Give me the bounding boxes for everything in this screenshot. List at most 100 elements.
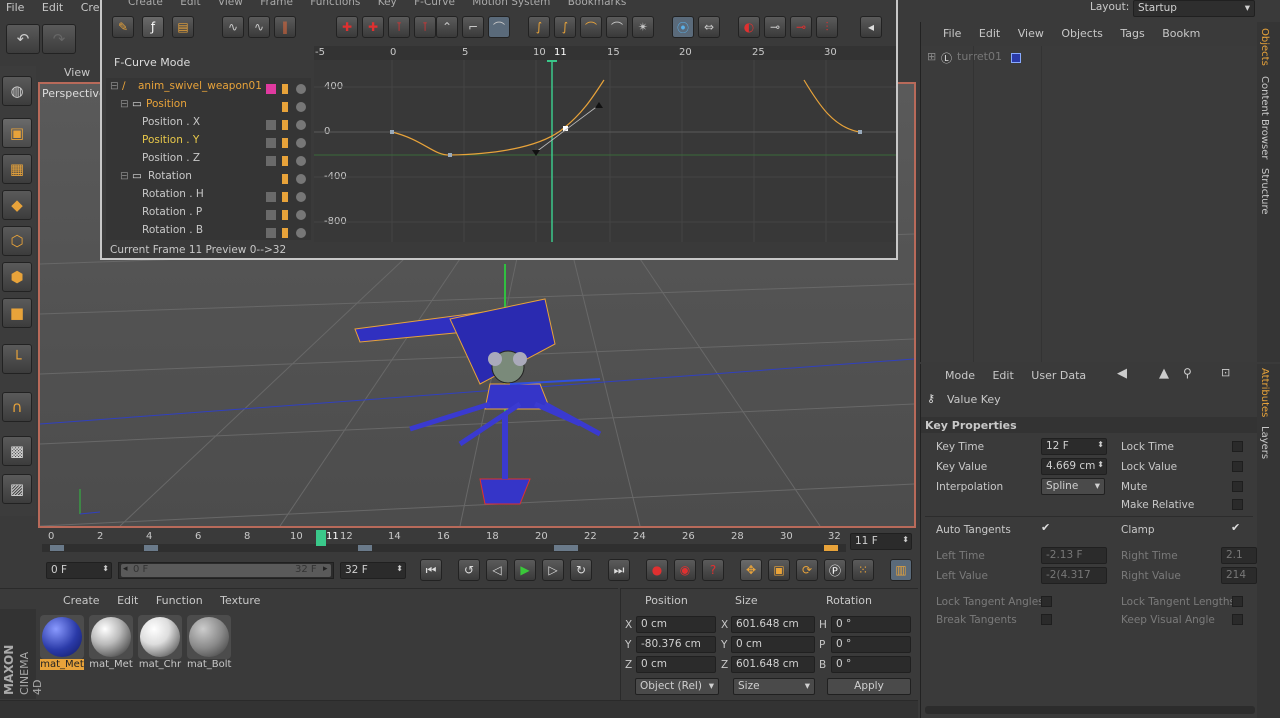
objects-menu-objects[interactable]: Objects [1061,27,1103,40]
new-window-icon[interactable]: ⊡ [1221,366,1230,379]
motion-mode-icon[interactable]: ▤ [172,16,194,38]
tree-item-position-x[interactable]: Position . X [106,116,311,134]
tree-item-position[interactable]: ⊟ ▭ Position [106,98,311,116]
tree-item-anim-swivel[interactable]: ⊟ ∕ anim_swivel_weapon01 [106,80,311,98]
search-icon[interactable]: ⚲ [1183,366,1192,380]
clamp-checkbox[interactable]: ✔ [1231,521,1240,534]
break-tangents-checkbox[interactable] [1041,614,1052,625]
attr-menu-mode[interactable]: Mode [945,369,975,382]
zero-angle-icon[interactable]: ⦿ [672,16,694,38]
size-z-field[interactable]: 601.648 cm [731,656,815,673]
mute-checkbox[interactable] [1232,481,1243,492]
tree-lock-icon[interactable] [282,138,288,148]
add-key-step-icon[interactable]: ⊺ [388,16,410,38]
menu-file[interactable]: File [6,1,24,14]
prev-key-icon[interactable]: ↺ [458,559,480,581]
zero-length-icon[interactable]: ⇔ [698,16,720,38]
menu-edit[interactable]: Edit [42,1,63,14]
frame-all-icon[interactable]: ◂ [860,16,882,38]
mat-menu-edit[interactable]: Edit [117,594,138,607]
fcurve-menu-key[interactable]: Key [378,0,397,8]
tab-content-browser[interactable]: Content Browser [1259,76,1270,159]
record-position-icon[interactable]: ✥ [740,559,762,581]
fcurve-mode-icon[interactable]: ƒ [142,16,164,38]
autokey-icon[interactable]: ◉ [674,559,696,581]
lock-tangent-angles-checkbox[interactable] [1041,596,1052,607]
fcurve-ruler[interactable]: -5 0 5 10 11 15 20 25 30 [314,46,896,60]
range-slider[interactable]: ◂ 0 F 32 F ▸ [118,562,334,579]
objects-menu-bookmarks[interactable]: Bookm [1162,27,1200,40]
tree-item-rotation-p[interactable]: Rotation . P [106,206,311,224]
keyframe-marker[interactable] [50,545,64,551]
object-name[interactable]: turret01 [957,50,1002,63]
material-item[interactable]: mat_Chr [138,615,182,675]
up-arrow-icon[interactable]: ▲ [1159,366,1169,381]
tangent-spline-icon[interactable]: ⌒ [488,16,510,38]
tree-mute-icon[interactable] [296,210,306,220]
tree-mute-icon[interactable] [296,192,306,202]
lock-value-checkbox[interactable] [1232,461,1243,472]
fcurve-menu-frame[interactable]: Frame [260,0,293,8]
workplane-icon[interactable]: ◆ [2,190,32,220]
playhead[interactable] [316,530,326,546]
rotation-b-field[interactable]: 0 ° [831,656,911,673]
break-tangent-icon[interactable]: ✴ [632,16,654,38]
fcurve-graph[interactable]: -5 0 5 10 11 15 20 25 30 400 0 -400 -800 [314,46,896,242]
tree-item-rotation-b[interactable]: Rotation . B [106,224,311,242]
mat-menu-function[interactable]: Function [156,594,203,607]
objects-menu-edit[interactable]: Edit [979,27,1000,40]
tangent-step-icon[interactable]: ⌐ [462,16,484,38]
curve-view-icon[interactable]: ∿ [222,16,244,38]
key-properties-tab[interactable]: Key Properties [921,417,1257,433]
layout-dropdown[interactable]: Startup ▾ [1133,0,1255,17]
record-scale-icon[interactable]: ▣ [768,559,790,581]
polygons-mode-icon[interactable]: ■ [2,298,32,328]
tree-mute-icon[interactable] [296,102,306,112]
layer-tag-icon[interactable] [1011,53,1021,63]
size-mode-dropdown[interactable]: Size ▾ [733,678,815,695]
next-frame-icon[interactable]: ▷ [542,559,564,581]
coordinate-mode-dropdown[interactable]: Object (Rel) ▾ [635,678,719,695]
mat-menu-create[interactable]: Create [63,594,100,607]
rotation-p-field[interactable]: 0 ° [831,636,911,653]
tree-mute-icon[interactable] [296,84,306,94]
objects-menu-view[interactable]: View [1018,27,1044,40]
keep-visual-angle-checkbox[interactable] [1232,614,1243,625]
tree-lock-icon[interactable] [282,102,288,112]
viewport-view-menu[interactable]: View [64,66,90,79]
material-item[interactable]: mat_Bolt [187,615,231,675]
start-frame-field[interactable]: 0 F ⬍ [46,562,112,579]
objects-menu-file[interactable]: File [943,27,961,40]
auto-tangents-checkbox[interactable]: ✔ [1041,521,1050,534]
tab-attributes[interactable]: Attributes [1259,368,1270,417]
curve-snap-icon[interactable]: ‖ [274,16,296,38]
position-z-field[interactable]: 0 cm [636,656,716,673]
material-item[interactable]: mat_Met [89,615,133,675]
add-key-auto-icon[interactable]: ⊺ [414,16,436,38]
curve-normalize-icon[interactable]: ∿ [248,16,270,38]
interpolation-dropdown[interactable]: Spline ▾ [1041,478,1105,495]
left-value-field[interactable]: -2(4.317 [1041,567,1107,584]
size-y-field[interactable]: 0 cm [731,636,815,653]
axis-mode-icon[interactable]: └ [2,344,32,374]
attr-menu-edit[interactable]: Edit [992,369,1013,382]
rotation-h-field[interactable]: 0 ° [831,616,911,633]
keyframe-marker[interactable] [554,545,578,551]
go-to-end-icon[interactable]: ⏭ [608,559,630,581]
record-rotation-icon[interactable]: ⟳ [796,559,818,581]
tree-lock-icon[interactable] [282,174,288,184]
fcurve-menu-motion-system[interactable]: Motion System [472,0,550,8]
keyframe-marker[interactable] [144,545,158,551]
snap-lock-icon[interactable]: ▩ [2,436,32,466]
texture-mode-icon[interactable]: ▦ [2,154,32,184]
lock-time-icon[interactable]: ◐ [738,16,760,38]
object-row[interactable]: ⊞ Ⓛ turret01 [925,50,1255,66]
mat-menu-texture[interactable]: Texture [220,594,260,607]
tree-mute-icon[interactable] [296,174,306,184]
attributes-scrollbar[interactable] [925,706,1255,714]
tree-lock-icon[interactable] [282,228,288,238]
timeline-window-icon[interactable]: ▥ [890,559,912,581]
tree-mute-icon[interactable] [296,138,306,148]
keyframe-marker[interactable] [824,545,838,551]
play-icon[interactable]: ▶ [514,559,536,581]
